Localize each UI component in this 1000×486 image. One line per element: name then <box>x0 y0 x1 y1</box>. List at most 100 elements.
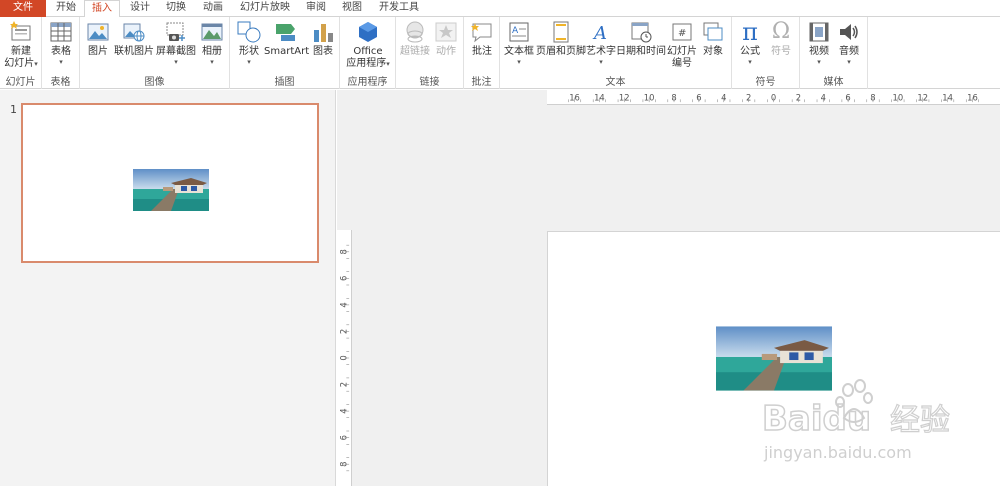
pi-icon: π <box>742 18 758 46</box>
svg-text:A: A <box>592 23 607 44</box>
wordart-icon: A <box>592 23 607 44</box>
wordart-label: 艺术字 <box>586 46 616 57</box>
group-label-symbols: 符号 <box>755 77 776 88</box>
new-slide-icon <box>10 21 31 41</box>
hyperlink-label: 超链接 <box>400 46 430 57</box>
album-button[interactable]: 相册 ▾ <box>198 20 226 66</box>
menu-bar: 文件 开始 插入 设计 切换 动画 幻灯片放映 审阅 视图 开发工具 <box>0 0 1000 18</box>
screenshot-icon <box>166 22 185 41</box>
chart-label: 图表 <box>313 46 333 57</box>
smartart-icon <box>276 24 295 41</box>
equation-button[interactable]: π 公式 ▾ <box>736 20 764 66</box>
shapes-icon <box>237 21 261 43</box>
group-label-illustrations: 插图 <box>274 77 295 88</box>
baidu-watermark: Baidu 经验 jingyan.baidu.com <box>760 378 960 468</box>
picture-icon <box>87 23 109 41</box>
thumbnail-photo <box>133 169 209 211</box>
symbol-button[interactable]: Ω 符号 <box>766 20 796 58</box>
comment-label: 批注 <box>472 46 492 57</box>
table-button[interactable]: 表格 ▾ <box>46 20 76 66</box>
picture-button[interactable]: 图片 <box>84 20 112 58</box>
svg-text:A: A <box>512 26 519 36</box>
office-apps-label-1: Office <box>353 46 383 57</box>
symbol-label: 符号 <box>771 46 791 57</box>
slide-thumbnail[interactable] <box>21 103 319 263</box>
group-label-slides: 幻灯片 <box>5 77 36 88</box>
object-icon <box>703 22 723 41</box>
online-picture-button[interactable]: 联机图片 <box>114 20 154 58</box>
office-apps-button[interactable]: Office 应用程序▾ <box>344 20 392 70</box>
action-label: 动作 <box>436 46 456 57</box>
group-illustrations: 形状 ▾ SmartArt 图表 插图 <box>230 17 340 89</box>
header-footer-button[interactable]: 页眉和页脚 <box>536 20 586 58</box>
shapes-label: 形状 <box>239 46 259 57</box>
office-store-icon <box>359 22 377 42</box>
comment-button[interactable]: 批注 <box>468 20 496 58</box>
smartart-button[interactable]: SmartArt <box>264 20 310 58</box>
tab-home[interactable]: 开始 <box>48 0 84 17</box>
watermark-brand: Baidu <box>762 399 871 439</box>
hyperlink-icon <box>406 21 424 43</box>
tab-developer[interactable]: 开发工具 <box>372 0 426 17</box>
group-links: 超链接 动作 链接 <box>396 17 464 89</box>
ribbon: 新建 幻灯片▾ 幻灯片 表格 ▾ 表格 图片 联机图片 屏幕截图 ▾ 相册 ▾ … <box>0 17 1000 89</box>
watermark-url: jingyan.baidu.com <box>763 443 912 462</box>
shapes-button[interactable]: 形状 ▾ <box>234 20 264 66</box>
group-images: 图片 联机图片 屏幕截图 ▾ 相册 ▾ 图像 <box>80 17 230 89</box>
new-slide-button[interactable]: 新建 幻灯片▾ <box>2 20 40 70</box>
video-label: 视频 <box>809 46 829 57</box>
tab-review[interactable]: 审阅 <box>298 0 334 17</box>
tab-insert[interactable]: 插入 <box>84 0 120 18</box>
screenshot-button[interactable]: 屏幕截图 ▾ <box>156 20 196 66</box>
horizontal-ruler: 16 14 12 10 8 6 4 2 0 2 4 6 8 10 12 14 16 <box>547 90 1000 105</box>
calendar-clock-icon <box>631 22 652 43</box>
video-button[interactable]: 视频 ▾ <box>804 20 834 66</box>
online-picture-icon <box>123 23 145 42</box>
tab-slideshow[interactable]: 幻灯片放映 <box>234 0 296 17</box>
header-footer-label: 页眉和页脚 <box>536 46 586 57</box>
slide-number-label-1: 幻灯片 <box>667 46 697 57</box>
header-footer-icon <box>553 21 569 43</box>
svg-text:#: # <box>678 28 686 39</box>
smartart-label: SmartArt <box>264 46 310 57</box>
datetime-button[interactable]: 日期和时间 <box>616 20 666 58</box>
action-star-icon <box>435 22 457 42</box>
audio-button[interactable]: 音频 ▾ <box>834 20 864 66</box>
group-media: 视频 ▾ 音频 ▾ 媒体 <box>800 17 868 89</box>
chart-button[interactable]: 图表 <box>310 20 336 58</box>
tab-view[interactable]: 视图 <box>334 0 370 17</box>
baidu-logo-icon: Baidu 经验 jingyan.baidu.com <box>761 379 951 462</box>
online-picture-label: 联机图片 <box>114 46 154 57</box>
group-label-media: 媒体 <box>823 77 844 88</box>
wordart-button[interactable]: A 艺术字 ▾ <box>586 20 616 66</box>
speaker-icon <box>840 24 858 40</box>
textbox-button[interactable]: A 文本框 ▾ <box>502 20 536 66</box>
group-comments: 批注 批注 <box>464 17 500 89</box>
slide-number-button[interactable]: # 幻灯片 编号 <box>666 20 698 70</box>
slide-number-icon: # <box>672 23 692 41</box>
group-text: A 文本框 ▾ 页眉和页脚 A 艺术字 ▾ 日期和时间 # 幻灯片 编号 对象 … <box>500 17 732 89</box>
hyperlink-button[interactable]: 超链接 <box>398 20 432 58</box>
group-symbols: π 公式 ▾ Ω 符号 符号 <box>732 17 800 89</box>
slides-pane: 1 <box>0 90 336 486</box>
object-label: 对象 <box>703 46 723 57</box>
vertical-ruler: 864202468 <box>337 230 352 486</box>
group-apps: Office 应用程序▾ 应用程序 <box>340 17 396 89</box>
group-tables: 表格 ▾ 表格 <box>42 17 80 89</box>
group-label-text: 文本 <box>605 77 626 88</box>
slide-number-label-2: 编号 <box>672 58 692 69</box>
picture-label: 图片 <box>88 46 108 57</box>
textbox-label: 文本框 <box>504 46 534 57</box>
action-button[interactable]: 动作 <box>432 20 460 58</box>
datetime-label: 日期和时间 <box>616 46 666 57</box>
tab-file[interactable]: 文件 <box>0 0 46 17</box>
tab-transitions[interactable]: 切换 <box>158 0 194 17</box>
screenshot-label: 屏幕截图 <box>156 46 196 57</box>
tab-design[interactable]: 设计 <box>122 0 158 17</box>
object-button[interactable]: 对象 <box>698 20 728 58</box>
table-label: 表格 <box>51 46 71 57</box>
tab-animations[interactable]: 动画 <box>194 0 232 17</box>
photo-album-icon <box>201 23 223 41</box>
group-label-tables: 表格 <box>50 77 71 88</box>
textbox-icon: A <box>509 22 529 42</box>
